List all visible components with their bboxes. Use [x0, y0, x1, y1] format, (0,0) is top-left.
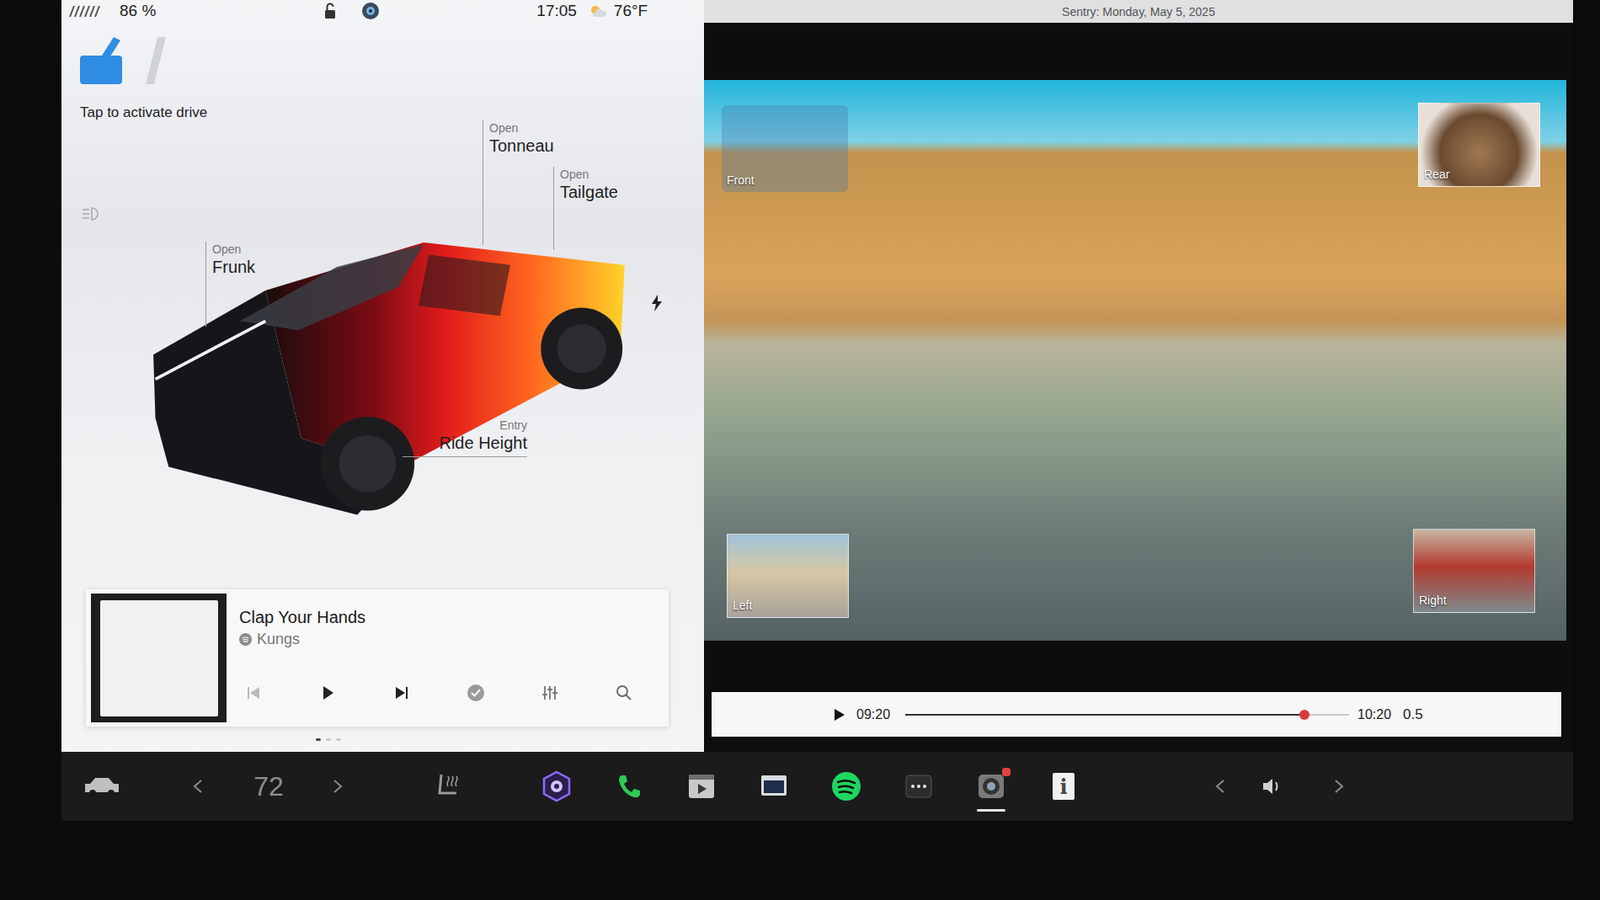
playback-bar: 09:20 10:20 0.5: [711, 692, 1562, 737]
camera-view[interactable]: Rear: [1418, 102, 1541, 187]
temperature-up-icon[interactable]: [322, 773, 353, 800]
end-time: 10:20: [1357, 707, 1392, 723]
cabin-temperature: 72: [214, 771, 323, 803]
app-button[interactable]: [665, 761, 738, 812]
scrubber-knob[interactable]: [1299, 709, 1310, 720]
track-info: Clap Your Hands Kungs: [226, 593, 664, 723]
vehicle-control[interactable]: EntryRide Height: [402, 417, 528, 458]
display: 86 %17:0576°FTap to activate driveOpenTo…: [0, 0, 1600, 900]
control-label: Tailgate: [560, 181, 619, 203]
volume-down-icon[interactable]: [1203, 773, 1238, 800]
sentry-header: Sentry: Monday, May 5, 2025: [704, 0, 1574, 23]
control-label: Tonneau: [489, 135, 555, 156]
search-icon[interactable]: [611, 680, 637, 706]
charging-bolt-icon: [650, 294, 663, 312]
car-icon[interactable]: [76, 773, 128, 800]
notification-badge: [1002, 768, 1011, 777]
app-button[interactable]: [882, 761, 955, 812]
spotify-icon: [830, 770, 863, 803]
app-button[interactable]: i: [1027, 761, 1100, 812]
lock-icon[interactable]: [323, 2, 337, 20]
app-button[interactable]: [810, 761, 883, 812]
next-icon[interactable]: [389, 680, 415, 706]
play-icon[interactable]: [832, 707, 847, 723]
track-title: Clap Your Hands: [239, 607, 664, 628]
camera-view[interactable]: Right: [1413, 528, 1536, 614]
volume-up-icon[interactable]: [1322, 773, 1356, 800]
page-dot[interactable]: [336, 738, 342, 742]
volume-icon[interactable]: [1246, 773, 1297, 800]
media-controls: [239, 680, 664, 706]
video-frame: Front Rear Left Right: [704, 80, 1567, 641]
vehicle-control[interactable]: OpenTonneau: [482, 120, 555, 246]
camera-view[interactable]: Left: [726, 533, 849, 619]
app-button[interactable]: [520, 761, 593, 812]
gear-shift-icon[interactable]: [80, 33, 173, 90]
vehicle-scene: Tap to activate driveOpenTonneauOpenTail…: [61, 21, 704, 590]
camera-app-icon: [540, 770, 573, 803]
sentry-icon[interactable]: [360, 1, 381, 21]
manual-icon: i: [1052, 773, 1075, 800]
control-action: Open: [560, 166, 619, 182]
signal-icon: [68, 4, 106, 18]
weather-icon: [588, 3, 608, 19]
temperature-down-icon[interactable]: [181, 773, 215, 800]
main-area: 86 %17:0576°FTap to activate driveOpenTo…: [61, 0, 1574, 752]
scrubber[interactable]: [905, 714, 1350, 716]
dock: 72 i: [61, 752, 1574, 822]
vehicle-panel: 86 %17:0576°FTap to activate driveOpenTo…: [61, 0, 704, 752]
headlight-icon[interactable]: [81, 205, 104, 223]
camera-label: Left: [732, 598, 752, 613]
screen-icon: [758, 772, 790, 801]
sentry-viewer: Sentry: Monday, May 5, 2025 Front Rear Left…: [704, 0, 1574, 752]
app-button[interactable]: [737, 761, 811, 812]
previous-icon[interactable]: [240, 680, 267, 706]
camera-label: Right: [1418, 593, 1447, 608]
phone-icon: [614, 772, 644, 801]
play-icon[interactable]: [314, 680, 341, 706]
page-dot[interactable]: [325, 738, 331, 742]
more-icon: [903, 772, 934, 801]
scrubber-fill: [905, 714, 1305, 716]
battery-level: 86 %: [119, 1, 156, 21]
sentry-title: Sentry: Monday, May 5, 2025: [1061, 5, 1216, 19]
check-icon[interactable]: [463, 680, 489, 706]
app-launcher: i: [520, 761, 1100, 812]
control-action: Open: [489, 120, 555, 136]
control-label: Ride Height: [438, 432, 528, 454]
camera-label: Front: [726, 173, 755, 187]
app-button[interactable]: [954, 761, 1028, 812]
media-player: Clap Your Hands Kungs: [85, 589, 669, 727]
outside-temperature: 76°F: [613, 1, 648, 21]
album-art: [90, 593, 227, 723]
screen: 86 %17:0576°FTap to activate driveOpenTo…: [61, 0, 1574, 822]
equalizer-icon[interactable]: [537, 680, 563, 706]
control-label: Frunk: [212, 256, 256, 278]
camera-label: Rear: [1424, 167, 1450, 182]
page-dot[interactable]: [315, 738, 321, 742]
app-button[interactable]: [592, 761, 666, 812]
status-bar: 86 % 17:05 76°F: [61, 0, 704, 22]
control-action: Entry: [499, 417, 528, 433]
spotify-icon: [239, 633, 252, 646]
page-indicator: [61, 726, 704, 752]
track-artist: Kungs: [239, 630, 664, 649]
vehicle-control[interactable]: OpenTailgate: [553, 166, 619, 251]
control-action: Open: [212, 241, 256, 257]
video-icon: [686, 771, 717, 802]
playback-speed[interactable]: 0.5: [1402, 706, 1424, 724]
drive-hint: Tap to activate drive: [80, 104, 208, 122]
drive-control[interactable]: Tap to activate drive: [61, 21, 333, 122]
vehicle-control[interactable]: OpenFrunk: [205, 241, 256, 327]
current-time: 09:20: [856, 707, 891, 723]
camera-view[interactable]: Front: [721, 105, 848, 192]
clock: 17:05: [536, 1, 577, 21]
seat-heater-icon[interactable]: [427, 771, 470, 802]
truck-icon: [61, 112, 689, 571]
